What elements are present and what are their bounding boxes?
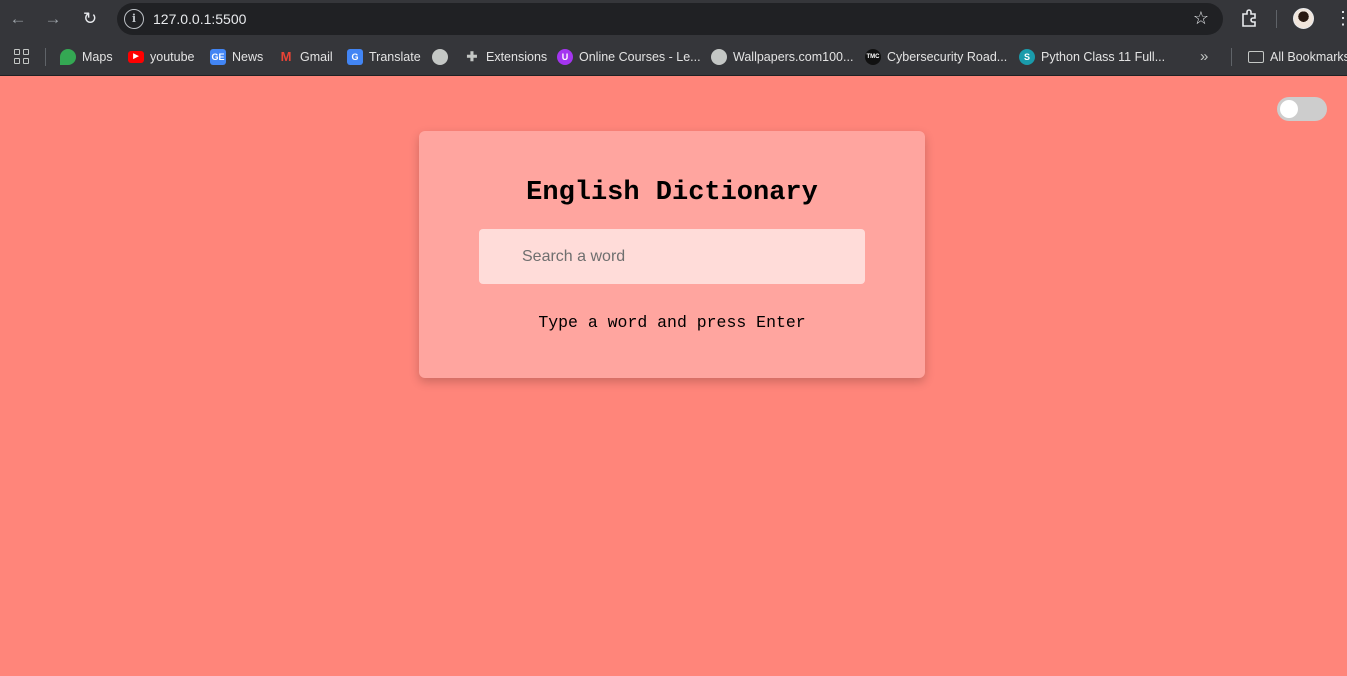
gmail-icon: M [280,49,292,64]
site-info-icon[interactable]: i [124,9,144,29]
bookmark-online-courses[interactable]: U Online Courses - Le... [557,46,701,68]
bookmark-maps[interactable]: Maps [60,46,113,68]
bookmark-label: Cybersecurity Road... [887,50,1008,64]
bookmark-translate[interactable]: G Translate [347,46,421,68]
page-title: English Dictionary [526,178,818,208]
all-bookmarks-label: All Bookmarks [1270,50,1347,64]
all-bookmarks-button[interactable]: All Bookmarks [1248,46,1347,68]
bookmarks-divider [1231,48,1232,66]
bookmark-label: youtube [150,50,195,64]
bookmark-label: Maps [82,50,113,64]
bookmark-youtube[interactable]: ▶ youtube [128,46,194,68]
globe-icon [711,49,727,65]
bookmarks-divider [45,48,46,66]
udemy-icon: U [557,49,573,65]
theme-toggle-switch[interactable] [1277,97,1327,121]
bookmark-globe[interactable] [432,46,448,68]
bookmark-star-icon[interactable]: ☆ [1193,8,1209,29]
forward-arrow-icon[interactable]: → [43,9,63,29]
bookmark-wallpapers[interactable]: Wallpapers.com100... [711,46,853,68]
chevron-double-right-icon[interactable]: » [1200,48,1208,65]
bookmark-label: Translate [369,50,421,64]
search-input[interactable] [479,229,865,284]
translate-icon: G [347,49,363,65]
info-text: Type a word and press Enter [538,313,806,332]
dictionary-card: English Dictionary Type a word and press… [419,131,925,378]
bookmark-label: Wallpapers.com100... [733,50,854,64]
apps-grid-icon[interactable] [14,49,30,65]
reload-icon[interactable]: ↻ [80,9,100,29]
bookmark-extensions[interactable]: ✚ Extensions [464,46,548,68]
folder-icon [1248,51,1264,63]
bookmark-cybersecurity[interactable]: TMC Cybersecurity Road... [865,46,1007,68]
bookmark-python-class[interactable]: S Python Class 11 Full... [1019,46,1165,68]
globe-icon [432,49,448,65]
browser-menu-icon[interactable]: ⋮ [1334,8,1347,28]
youtube-icon: ▶ [128,51,144,63]
bookmarks-bar: Maps ▶ youtube GE News M Gmail G Transla… [0,38,1347,76]
bookmark-label: Extensions [486,50,548,64]
bookmark-gmail[interactable]: M Gmail [278,46,333,68]
puzzle-icon: ✚ [466,49,478,64]
browser-toolbar: ← → ↻ i 127.0.0.1:5500 ☆ ⋮ [0,0,1347,38]
news-icon: GE [210,49,226,65]
bookmark-news[interactable]: GE News [210,46,263,68]
s-icon: S [1019,49,1035,65]
bookmark-label: News [232,50,264,64]
tmc-icon: TMC [865,49,881,65]
back-arrow-icon[interactable]: ← [8,9,28,29]
address-bar[interactable]: i 127.0.0.1:5500 ☆ [117,3,1223,35]
url-text[interactable]: 127.0.0.1:5500 [153,11,246,27]
bookmark-label: Gmail [300,50,333,64]
bookmark-label: Online Courses - Le... [579,50,701,64]
extensions-icon[interactable] [1240,8,1260,28]
bookmark-label: Python Class 11 Full... [1041,50,1166,64]
toggle-knob [1280,100,1298,118]
profile-avatar[interactable] [1293,8,1314,29]
toolbar-divider [1276,10,1277,28]
maps-icon [60,49,76,65]
